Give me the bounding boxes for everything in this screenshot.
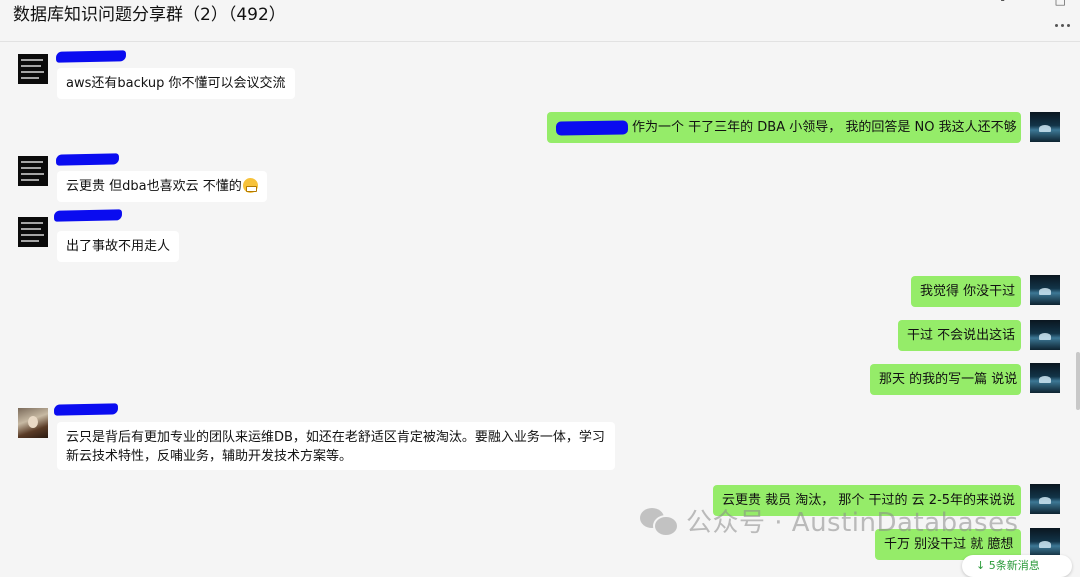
message-bubble[interactable]: 那天 的我的写一篇 说说 (870, 364, 1021, 395)
avatar[interactable] (1030, 320, 1060, 350)
message-bubble[interactable]: 云只是背后有更加专业的团队来运维DB，如还在老舒适区肯定被淘汰。要融入业务一体，… (57, 422, 615, 470)
message-text: 作为一个 干了三年的 DBA 小领导， 我的回答是 NO 我这人还不够 (632, 120, 1017, 135)
avatar[interactable] (18, 408, 48, 438)
message-text: 云更贵 但dba也喜欢云 不懂的 (66, 179, 242, 194)
redacted-mention (555, 119, 629, 136)
more-dots-icon[interactable] (1055, 12, 1077, 27)
redacted-sender-name (55, 50, 127, 63)
watermark-text: 公众号 · AustinDatabases (686, 507, 1019, 538)
avatar[interactable] (1030, 484, 1060, 514)
scrollbar[interactable] (1076, 352, 1080, 410)
maximize-icon[interactable]: □ (1055, 0, 1066, 7)
message-bubble[interactable]: 干过 不会说出这话 (898, 320, 1021, 351)
wechat-icon (640, 506, 679, 537)
message-bubble[interactable]: 出了事故不用走人 (57, 231, 180, 262)
message-bubble[interactable]: 作为一个 干了三年的 DBA 小领导， 我的回答是 NO 我这人还不够 (547, 112, 1021, 143)
minimize-icon[interactable]: - (1000, 0, 1004, 7)
avatar[interactable] (1030, 112, 1060, 142)
chat-header: 数据库知识问题分享群（2）（492） - □ (0, 0, 1080, 42)
redacted-sender-name (53, 209, 123, 222)
chat-title: 数据库知识问题分享群（2）（492） (13, 5, 286, 25)
avatar[interactable] (1030, 528, 1060, 558)
avatar[interactable] (18, 217, 48, 247)
message-bubble[interactable]: 云更贵 但dba也喜欢云 不懂的 (57, 171, 267, 202)
new-messages-pill[interactable]: ↓ 5条新消息 (962, 555, 1072, 577)
window-controls: - □ (954, 0, 1066, 7)
redacted-sender-name (53, 403, 119, 416)
message-bubble[interactable]: 我觉得 你没干过 (911, 276, 1021, 307)
avatar[interactable] (1030, 363, 1060, 393)
avatar[interactable] (18, 156, 48, 186)
redacted-sender-name (55, 153, 120, 166)
avatar[interactable] (18, 54, 48, 84)
grimacing-face-icon (242, 178, 258, 193)
avatar[interactable] (1030, 275, 1060, 305)
wechat-watermark: 公众号 · AustinDatabases (640, 504, 1019, 538)
message-bubble[interactable]: aws还有backup 你不懂可以会议交流 (57, 68, 295, 99)
